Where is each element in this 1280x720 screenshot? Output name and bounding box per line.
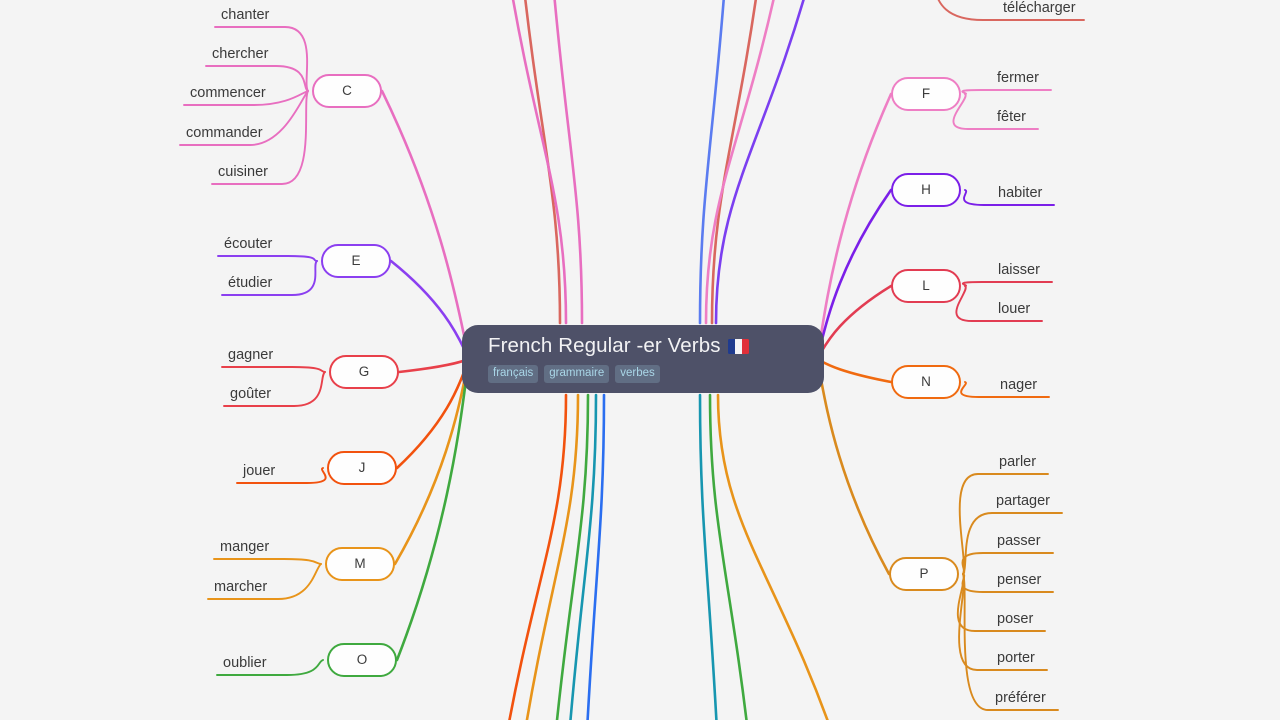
leaf-label-poser[interactable]: poser	[997, 611, 1033, 628]
letter-node-e[interactable]: E	[321, 244, 391, 278]
offscreen-trunk-7	[508, 393, 568, 720]
leaf-connector-laisser	[962, 281, 1053, 287]
letter-node-p[interactable]: P	[889, 557, 959, 591]
letter-node-label: E	[351, 253, 361, 268]
letter-node-label: G	[358, 364, 370, 379]
branch-trunk-o	[395, 357, 472, 662]
tag-pill[interactable]: français	[488, 365, 539, 383]
branch-trunk-p	[814, 357, 891, 576]
leaf-label-passer[interactable]: passer	[997, 533, 1041, 550]
letter-node-label: C	[342, 83, 352, 98]
leaf-label-chercher[interactable]: chercher	[212, 46, 268, 63]
leaf-label-commencer[interactable]: commencer	[190, 85, 266, 102]
letter-node-label: L	[922, 278, 930, 293]
offscreen-trunk-9	[555, 393, 590, 720]
offscreen-trunk-11	[586, 393, 606, 720]
offscreen-trunk-10	[569, 393, 598, 720]
leaf-label-porter[interactable]: porter	[997, 650, 1035, 667]
leaf-label-préférer[interactable]: préférer	[995, 690, 1046, 707]
leaf-label-écouter[interactable]: écouter	[224, 236, 272, 253]
letter-node-label: O	[356, 652, 368, 667]
branch-trunk-e	[389, 259, 472, 361]
leaf-label-commander[interactable]: commander	[186, 125, 263, 142]
leaf-label-jouer[interactable]: jouer	[243, 463, 275, 480]
leaf-label-manger[interactable]: manger	[220, 539, 269, 556]
leaf-connector-écouter	[217, 255, 318, 262]
leaf-label-goûter[interactable]: goûter	[230, 386, 271, 403]
leaf-label-louer[interactable]: louer	[998, 301, 1030, 318]
letter-node-label: J	[358, 460, 366, 475]
offscreen-trunk-2	[511, 0, 568, 325]
offscreen-trunk-13	[708, 393, 748, 720]
leaf-label-marcher[interactable]: marcher	[214, 579, 267, 596]
mindmap-canvas: French Regular -er Verbs français grammai…	[0, 0, 1280, 720]
tag-pill[interactable]: verbes	[615, 365, 660, 383]
branch-trunk-h	[814, 188, 893, 361]
branch-trunk-m	[393, 357, 472, 566]
branch-trunk-n	[814, 357, 893, 384]
tag-pill[interactable]: grammaire	[544, 365, 610, 383]
central-node-title-text: French Regular -er Verbs	[488, 334, 721, 357]
letter-node-f[interactable]: F	[891, 77, 961, 111]
letter-node-label: P	[919, 566, 929, 581]
letter-node-label: H	[921, 182, 931, 197]
letter-node-c[interactable]: C	[312, 74, 382, 108]
central-node-title: French Regular -er Verbs	[488, 334, 824, 358]
central-node[interactable]: French Regular -er Verbs français grammai…	[462, 325, 824, 393]
leaf-connector-passer	[961, 552, 1054, 575]
letter-node-label: N	[921, 374, 931, 389]
leaf-connector-fermer	[961, 89, 1052, 95]
offscreen-trunk-5	[704, 0, 775, 325]
leaf-connector-gagner	[221, 366, 326, 373]
offscreen-trunk-6	[714, 0, 805, 325]
offscreen-trunk-4	[710, 0, 758, 325]
letter-node-h[interactable]: H	[891, 173, 961, 207]
leaf-label-partager[interactable]: partager	[996, 493, 1050, 510]
leaf-label-fêter[interactable]: fêter	[997, 109, 1026, 126]
leaf-label-laisser[interactable]: laisser	[998, 262, 1040, 279]
france-flag-icon	[727, 338, 749, 354]
leaf-label-cuisiner[interactable]: cuisiner	[218, 164, 268, 181]
letter-node-j[interactable]: J	[327, 451, 397, 485]
leaf-label-oublier[interactable]: oublier	[223, 655, 267, 672]
letter-node-label: F	[921, 86, 931, 101]
offscreen-trunk-0	[524, 0, 562, 325]
leaf-label-habiter[interactable]: habiter	[998, 185, 1042, 202]
offscreen-trunk-3	[698, 0, 725, 325]
letter-node-l[interactable]: L	[891, 269, 961, 303]
branch-trunk-c	[380, 89, 472, 361]
tag-list: français grammaire verbes	[488, 365, 824, 383]
offscreen-trunk-14	[716, 393, 829, 720]
leaf-connector-manger	[213, 558, 322, 565]
offscreen-trunk-1	[553, 0, 584, 325]
branch-trunk-g	[397, 357, 472, 374]
leaf-label-parler[interactable]: parler	[999, 454, 1036, 471]
letter-node-g[interactable]: G	[329, 355, 399, 389]
branch-trunk-f	[814, 92, 893, 361]
leaf-label-nager[interactable]: nager	[1000, 377, 1037, 394]
offscreen-trunk-12	[698, 393, 718, 720]
leaf-label-chanter[interactable]: chanter	[221, 7, 269, 24]
letter-node-n[interactable]: N	[891, 365, 961, 399]
branch-trunk-j	[395, 357, 472, 470]
letter-node-label: M	[354, 556, 366, 571]
letter-node-m[interactable]: M	[325, 547, 395, 581]
leaf-label-penser[interactable]: penser	[997, 572, 1041, 589]
branch-trunk-l	[814, 284, 893, 361]
leaf-label-télécharger[interactable]: télécharger	[1003, 0, 1076, 17]
offscreen-trunk-8	[525, 393, 580, 720]
leaf-label-étudier[interactable]: étudier	[228, 275, 272, 292]
leaf-label-gagner[interactable]: gagner	[228, 347, 273, 364]
leaf-connector-parler	[958, 473, 1049, 575]
letter-node-o[interactable]: O	[327, 643, 397, 677]
leaf-label-fermer[interactable]: fermer	[997, 70, 1039, 87]
